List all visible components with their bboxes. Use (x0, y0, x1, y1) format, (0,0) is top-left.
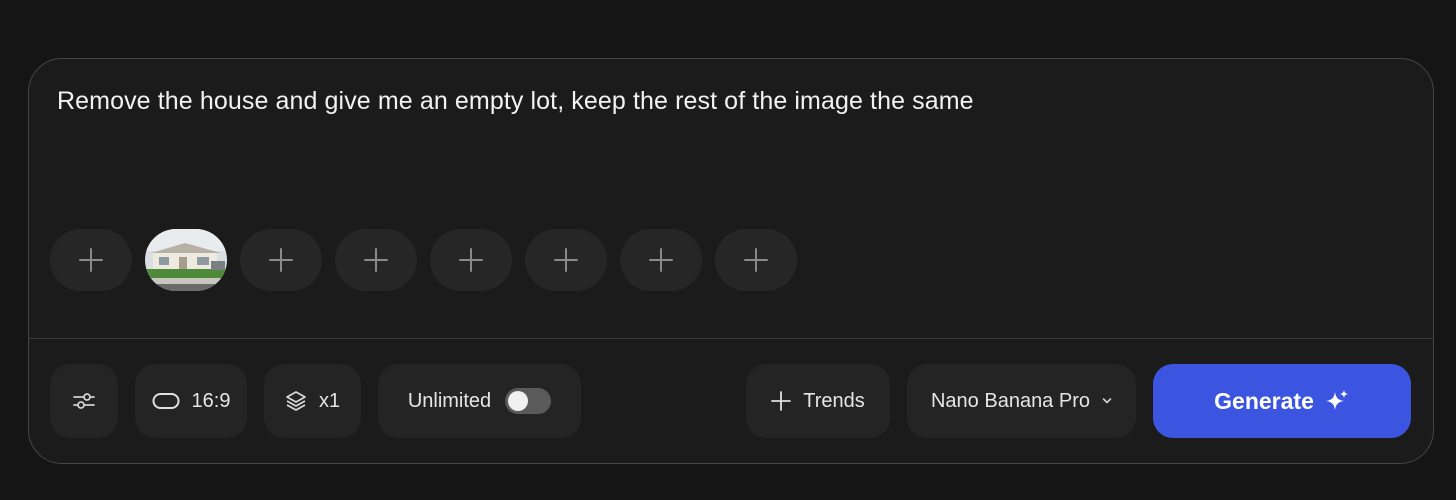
add-image-slot[interactable] (335, 229, 417, 291)
layers-icon (286, 391, 306, 411)
plus-icon (649, 248, 673, 272)
sliders-icon (73, 393, 95, 409)
house-photo-image (145, 229, 227, 291)
unlimited-label: Unlimited (407, 389, 492, 412)
prompt-panel: Remove the house and give me an empty lo… (28, 58, 1434, 464)
model-label: Nano Banana Pro (930, 389, 1090, 412)
plus-icon (771, 391, 792, 411)
add-image-slot[interactable] (525, 229, 607, 291)
trends-button[interactable]: Trends (746, 364, 890, 438)
divider (29, 338, 1433, 339)
add-image-slot[interactable] (50, 229, 132, 291)
toggle-knob (508, 391, 529, 411)
aspect-ratio-icon (152, 393, 180, 409)
reference-image-thumbnail[interactable] (145, 229, 227, 291)
plus-icon (364, 248, 388, 272)
plus-icon (79, 248, 103, 272)
plus-icon (269, 248, 293, 272)
plus-icon (459, 248, 483, 272)
generate-button[interactable]: Generate (1153, 364, 1411, 438)
reference-image-slots (50, 229, 797, 291)
plus-icon (744, 248, 768, 272)
unlimited-toggle[interactable] (505, 388, 552, 414)
add-image-slot[interactable] (715, 229, 797, 291)
add-image-slot[interactable] (240, 229, 322, 291)
aspect-ratio-button[interactable]: 16:9 (135, 364, 247, 438)
settings-button[interactable] (50, 364, 118, 438)
plus-icon (554, 248, 578, 272)
batch-count-button[interactable]: x1 (264, 364, 361, 438)
unlimited-control: Unlimited (378, 364, 581, 438)
model-select[interactable]: Nano Banana Pro (907, 364, 1136, 438)
toolbar: 16:9 x1 Unlimited Trends Nano Banana Pro (29, 364, 1433, 438)
prompt-textarea[interactable]: Remove the house and give me an empty lo… (57, 87, 1357, 116)
aspect-ratio-label: 16:9 (191, 389, 231, 412)
add-image-slot[interactable] (620, 229, 702, 291)
sparkle-icon (1325, 390, 1348, 410)
chevron-down-icon (1102, 398, 1112, 404)
trends-label: Trends (803, 389, 865, 412)
batch-count-label: x1 (318, 389, 341, 412)
add-image-slot[interactable] (430, 229, 512, 291)
generate-label: Generate (1214, 387, 1314, 414)
